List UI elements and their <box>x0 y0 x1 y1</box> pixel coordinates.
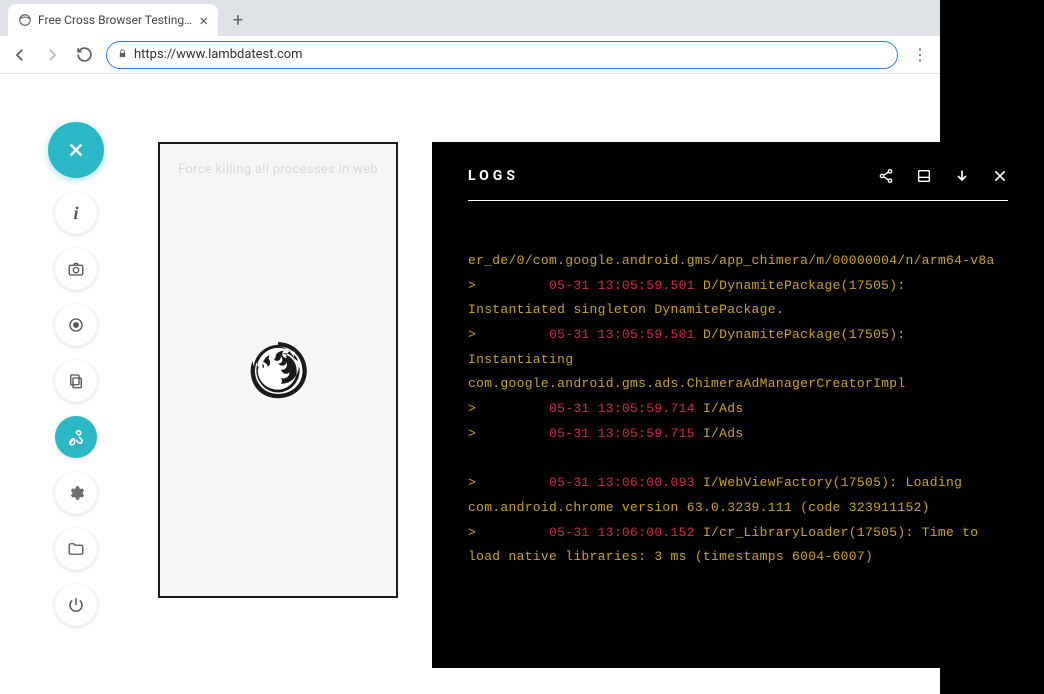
url-text: https://www.lambdatest.com <box>134 47 303 62</box>
action-sidebar: i <box>48 122 104 626</box>
firefox-logo-icon <box>242 332 314 408</box>
copy-button[interactable] <box>55 360 97 402</box>
log-line: > 05-31 13:06:00.093 I/WebViewFactory(17… <box>468 471 1008 520</box>
devtools-button[interactable] <box>55 416 97 458</box>
logs-title: LOGS <box>468 168 519 184</box>
lock-icon <box>117 48 128 62</box>
screenshot-button[interactable] <box>55 248 97 290</box>
url-input[interactable]: https://www.lambdatest.com <box>106 41 898 69</box>
address-bar: https://www.lambdatest.com ⋮ <box>0 36 940 74</box>
tab-bar: Free Cross Browser Testing Clou × + <box>0 0 940 36</box>
tab-close-icon[interactable]: × <box>199 11 208 30</box>
log-line: > 05-31 13:05:59.715 I/Ads <box>468 422 1008 447</box>
device-preview: Force killing all processes in web <box>158 142 398 598</box>
log-line: > 05-31 13:05:59.501 D/DynamitePackage(1… <box>468 323 1008 397</box>
logs-toolbar <box>878 168 1008 184</box>
device-status-text: Force killing all processes in web <box>160 162 396 177</box>
log-line <box>468 447 1008 472</box>
logs-header: LOGS <box>468 168 1008 201</box>
log-line: > 05-31 13:05:59.501 D/DynamitePackage(1… <box>468 274 1008 323</box>
browser-window: Free Cross Browser Testing Clou × + http… <box>0 0 940 694</box>
close-logs-icon[interactable] <box>992 168 1008 184</box>
record-button[interactable] <box>55 304 97 346</box>
reload-button[interactable] <box>74 45 94 65</box>
tab-favicon <box>18 13 32 27</box>
logs-panel: LOGS er_de/0/com.google.android.gms/app_… <box>432 142 1044 668</box>
forward-button[interactable] <box>42 45 62 65</box>
power-button[interactable] <box>55 584 97 626</box>
logs-body: er_de/0/com.google.android.gms/app_chime… <box>468 249 1008 570</box>
settings-button[interactable] <box>55 472 97 514</box>
new-tab-button[interactable]: + <box>224 6 252 34</box>
page-content: i Force killing a <box>0 74 940 694</box>
back-button[interactable] <box>10 45 30 65</box>
download-icon[interactable] <box>954 168 970 184</box>
split-icon[interactable] <box>916 168 932 184</box>
files-button[interactable] <box>55 528 97 570</box>
log-line: > 05-31 13:05:59.714 I/Ads <box>468 397 1008 422</box>
log-line: er_de/0/com.google.android.gms/app_chime… <box>468 249 1008 274</box>
close-session-button[interactable] <box>48 122 104 178</box>
browser-menu-icon[interactable]: ⋮ <box>910 45 930 64</box>
log-line: > 05-31 13:06:00.152 I/cr_LibraryLoader(… <box>468 521 1008 570</box>
tab-title: Free Cross Browser Testing Clou <box>38 13 193 27</box>
share-icon[interactable] <box>878 168 894 184</box>
info-button[interactable]: i <box>55 192 97 234</box>
browser-tab[interactable]: Free Cross Browser Testing Clou × <box>8 4 218 36</box>
